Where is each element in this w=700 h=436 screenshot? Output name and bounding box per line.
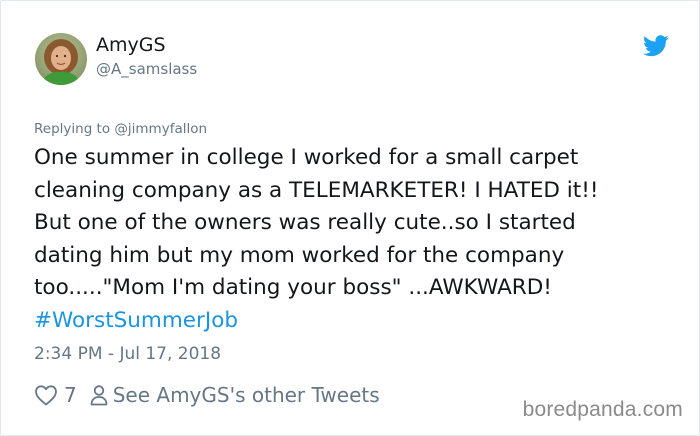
avatar[interactable] xyxy=(35,33,87,85)
author-display-name[interactable]: AmyGS xyxy=(96,34,166,56)
watermark: boredpanda.com xyxy=(522,398,683,421)
heart-icon xyxy=(35,385,57,406)
person-icon xyxy=(90,385,108,406)
tweet-line: One summer in college I worked for a sma… xyxy=(34,145,579,170)
tweet-line: But one of the owners was really cute..s… xyxy=(34,210,576,236)
tweet-timestamp[interactable]: 2:34 PM - Jul 17, 2018 xyxy=(34,344,221,364)
see-other-tweets-link[interactable]: See AmyGS's other Tweets xyxy=(89,383,380,407)
tweet-line: cleaning company as a TELEMARKETER! I HA… xyxy=(34,177,599,203)
tweet-line: too....."Mom I'm dating your boss" ...AW… xyxy=(34,275,552,301)
see-other-tweets-label: See AmyGS's other Tweets xyxy=(112,383,380,407)
tweet-line: dating him but my mom worked for the com… xyxy=(34,242,565,268)
like-count: 7 xyxy=(64,383,77,407)
tweet-actions: 7 See AmyGS's other Tweets xyxy=(34,380,380,410)
twitter-bird-icon[interactable] xyxy=(643,35,669,57)
avatar-image xyxy=(35,33,87,85)
tweet-card: AmyGS @A_samslass Replying to @jimmyfall… xyxy=(0,0,700,436)
hashtag-link[interactable]: #WorstSummerJob xyxy=(34,305,674,338)
author-handle[interactable]: @A_samslass xyxy=(96,60,197,78)
tweet-text: One summer in college I worked for a sma… xyxy=(34,142,674,338)
like-button[interactable]: 7 xyxy=(34,383,77,407)
reply-context: Replying to @jimmyfallon xyxy=(34,121,208,137)
